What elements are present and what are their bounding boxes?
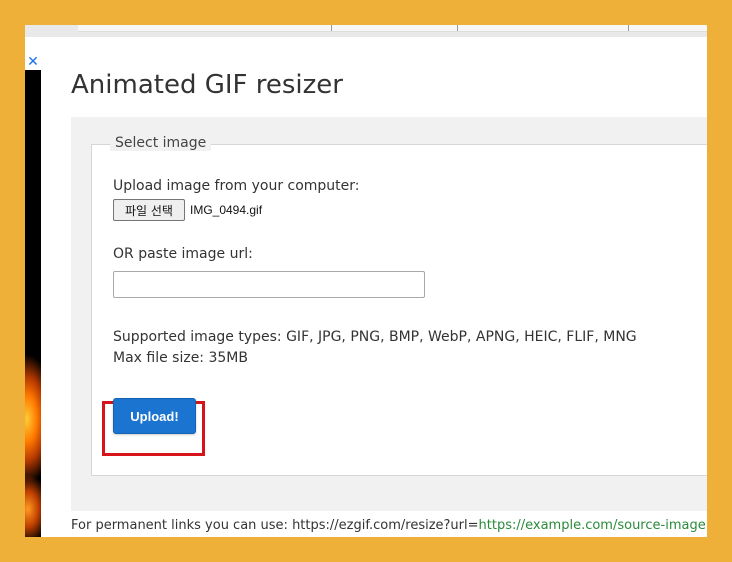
choose-file-button[interactable]: 파일 선택 [113,199,185,221]
supported-types-text: Supported image types: GIF, JPG, PNG, BM… [113,329,637,345]
fieldset-legend: Select image [110,135,212,151]
image-url-input[interactable] [113,271,425,298]
nav-divider [331,25,332,31]
nav-divider [457,25,458,31]
upload-panel: Select image Upload image from your comp… [71,117,707,511]
ad-flame-graphic [25,474,41,537]
close-icon[interactable]: ✕ [25,54,41,70]
browser-viewport: ✕ Animated GIF resizer Select image Uplo… [25,25,707,537]
ad-flame-graphic [25,354,41,484]
upload-label: Upload image from your computer: [113,178,360,194]
upload-button[interactable]: Upload! [113,398,196,434]
page-title: Animated GIF resizer [71,70,343,100]
nav-divider [628,25,629,31]
side-ad-banner[interactable]: ✕ [25,54,41,537]
url-label: OR paste image url: [113,246,253,262]
permanent-link-label: For permanent links you can use: https:/… [71,518,479,533]
top-navigation-strip [78,25,707,32]
selected-file-name: IMG_0494.gif [190,203,263,217]
permanent-link-note: For permanent links you can use: https:/… [71,518,707,533]
max-file-size-text: Max file size: 35MB [113,350,248,366]
permanent-link-url[interactable]: https://example.com/source-image.gif [479,518,707,533]
select-image-fieldset: Select image Upload image from your comp… [91,135,707,476]
top-navigation-bar [25,25,707,37]
